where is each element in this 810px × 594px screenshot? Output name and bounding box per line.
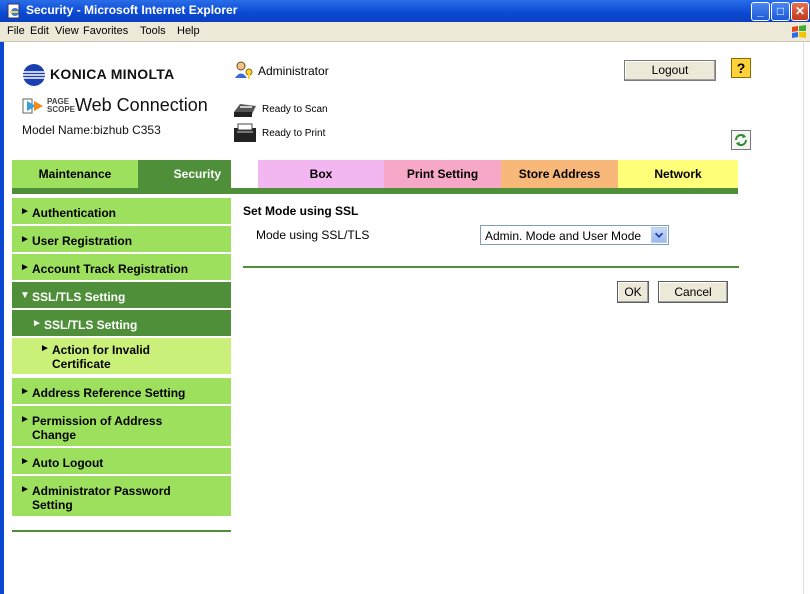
sidebar-subitem-action-invalid-cert[interactable]: ► Action for Invalid Certificate [12, 338, 231, 376]
chevron-down-icon[interactable] [651, 227, 667, 243]
cancel-button[interactable]: Cancel [658, 281, 728, 303]
sidebar-item-label: User Registration [32, 234, 133, 248]
page-title: Set Mode using SSL [243, 204, 359, 218]
model-name: Model Name:bizhub C353 [22, 123, 161, 137]
sidebar-item-label: Administrator Password Setting [32, 484, 171, 512]
sidebar-item-label: Auto Logout [32, 456, 104, 470]
triangle-right-icon: ► [20, 206, 30, 217]
sidebar-item-admin-password[interactable]: ► Administrator Password Setting [12, 476, 231, 518]
menu-file[interactable]: File [7, 25, 25, 37]
content-divider [243, 266, 739, 268]
brand-name: KONICA MINOLTA [50, 66, 175, 82]
pagescope-wordmark: PAGE SCOPE [47, 98, 75, 114]
maximize-button[interactable]: □ [771, 2, 790, 21]
konica-minolta-logo-icon [23, 64, 45, 86]
ssl-mode-label: Mode using SSL/TLS [256, 228, 370, 242]
window-frame-left [0, 42, 4, 594]
print-status: Ready to Print [262, 128, 326, 139]
printer-icon [234, 123, 256, 142]
triangle-right-icon: ► [20, 456, 30, 467]
triangle-right-icon: ► [20, 262, 30, 273]
ie-page-icon [7, 3, 20, 19]
sidebar-bottom-rule [12, 530, 231, 532]
main-tabs: Maintenance Security Box Print Setting S… [12, 160, 738, 188]
sidebar-subitem-ssl-tls-setting[interactable]: ► SSL/TLS Setting [12, 310, 231, 338]
sidebar-item-label: SSL/TLS Setting [44, 318, 138, 332]
triangle-right-icon: ► [20, 484, 30, 495]
menu-help[interactable]: Help [177, 25, 200, 37]
sidebar-item-label: Account Track Registration [32, 262, 189, 276]
sidebar: ► Authentication ► User Registration ► A… [12, 194, 231, 534]
pagescope-bottom: SCOPE [47, 105, 76, 114]
sidebar-item-auto-logout[interactable]: ► Auto Logout [12, 448, 231, 476]
admin-key-icon [235, 61, 253, 79]
sidebar-item-permission-address[interactable]: ► Permission of Address Change [12, 406, 231, 448]
sidebar-item-user-registration[interactable]: ► User Registration [12, 226, 231, 254]
tab-maintenance[interactable]: Maintenance [12, 160, 138, 188]
menu-bar: File Edit View Favorites Tools Help [0, 22, 810, 42]
triangle-right-icon: ► [20, 414, 30, 425]
product-name: Web Connection [75, 95, 208, 115]
tab-box[interactable]: Box [258, 160, 384, 188]
model-label: Model Name: [22, 123, 94, 137]
menu-edit[interactable]: Edit [30, 25, 49, 37]
sidebar-item-address-reference[interactable]: ► Address Reference Setting [12, 378, 231, 406]
triangle-right-icon: ► [20, 386, 30, 397]
scan-status: Ready to Scan [262, 104, 328, 115]
menu-view[interactable]: View [55, 25, 79, 37]
close-button[interactable]: ✕ [791, 2, 809, 21]
sidebar-item-account-track[interactable]: ► Account Track Registration [12, 254, 231, 282]
sidebar-item-authentication[interactable]: ► Authentication [12, 198, 231, 226]
sidebar-item-label: SSL/TLS Setting [32, 290, 126, 304]
ok-button[interactable]: OK [617, 281, 649, 303]
sidebar-item-label: Address Reference Setting [32, 386, 186, 400]
sidebar-item-label: Authentication [32, 206, 116, 220]
page-edge [803, 42, 804, 594]
menu-tools[interactable]: Tools [140, 25, 166, 37]
browser-window: Security - Microsoft Internet Explorer _… [0, 0, 810, 594]
user-name: Administrator [258, 64, 329, 78]
ssl-mode-select[interactable]: Admin. Mode and User Mode [480, 225, 669, 245]
window-title: Security - Microsoft Internet Explorer [26, 3, 238, 17]
minimize-button[interactable]: _ [751, 2, 770, 21]
pagescope-logo-icon [22, 98, 43, 114]
model-value: bizhub C353 [93, 123, 161, 137]
triangle-right-icon: ► [20, 234, 30, 245]
tab-network[interactable]: Network [618, 160, 738, 188]
help-icon[interactable]: ? [731, 58, 751, 78]
tab-store-address[interactable]: Store Address [501, 160, 618, 188]
refresh-icon[interactable] [731, 130, 751, 150]
sidebar-item-label: Permission of Address Change [32, 414, 163, 442]
triangle-down-icon: ▼ [20, 290, 30, 301]
logout-button[interactable]: Logout [624, 60, 716, 81]
sidebar-item-ssl-tls[interactable]: ▼ SSL/TLS Setting [12, 282, 231, 310]
ssl-mode-value: Admin. Mode and User Mode [485, 229, 642, 243]
menu-favorites[interactable]: Favorites [83, 25, 128, 37]
scanner-icon [234, 104, 256, 117]
tab-security[interactable]: Security [138, 160, 231, 188]
triangle-right-icon: ► [32, 318, 42, 329]
sidebar-item-label: Action for Invalid Certificate [52, 343, 151, 371]
windows-logo-icon [792, 25, 806, 38]
tab-print-setting[interactable]: Print Setting [384, 160, 501, 188]
triangle-right-icon: ► [40, 343, 50, 354]
title-bar: Security - Microsoft Internet Explorer _… [0, 0, 810, 22]
